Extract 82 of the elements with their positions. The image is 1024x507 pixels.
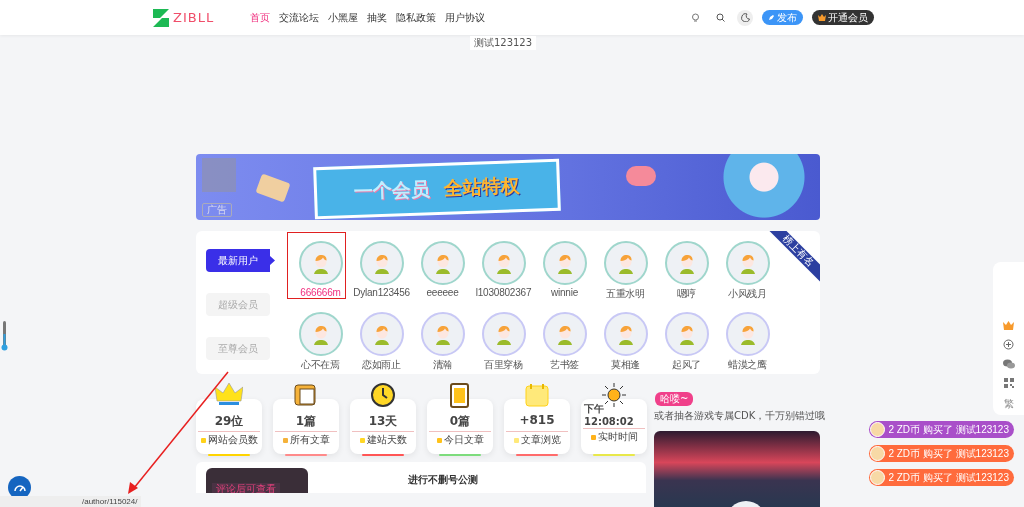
user-name: 五重水明 xyxy=(605,287,646,301)
avatar xyxy=(870,422,886,437)
user-name: eeeeee xyxy=(426,287,459,298)
user-name: 莫相逢 xyxy=(610,357,641,372)
user-name: l1030802367 xyxy=(475,287,532,298)
blurred-graphic xyxy=(202,158,236,192)
stat-label: 所有文章 xyxy=(275,431,337,447)
calendar-icon xyxy=(523,381,551,409)
purchase-toast: 2 ZD币 购买了 测试123123 xyxy=(869,421,1014,438)
qr-code-icon[interactable] xyxy=(1003,378,1014,388)
stat-value: 29位 xyxy=(214,413,244,429)
pencil-icon xyxy=(768,14,775,21)
stat-value: 13天 xyxy=(368,413,398,429)
add-icon[interactable] xyxy=(1003,339,1014,350)
user-item[interactable]: 心不在焉 xyxy=(290,309,351,374)
user-item[interactable]: 起风了 xyxy=(656,309,717,374)
avatar xyxy=(870,446,886,461)
nav-link[interactable]: 首页 xyxy=(250,8,270,27)
post-title[interactable]: 进行不删号公测 xyxy=(348,474,478,485)
logo-mark-icon xyxy=(152,7,170,28)
purchase-toast: 2 ZD币 购买了 测试123123 xyxy=(869,445,1014,462)
nav-link[interactable]: 隐私政策 xyxy=(396,8,436,27)
user-name: 恋如雨止 xyxy=(361,357,402,372)
user-tab[interactable]: 最新用户 xyxy=(206,249,275,272)
user-name: Dylan123456 xyxy=(353,287,410,298)
highlight-frame xyxy=(287,232,346,299)
user-name: 心不在焉 xyxy=(300,357,341,372)
user-item[interactable]: 嗯哼 xyxy=(656,239,717,304)
stat-label: 实时时间 xyxy=(583,428,645,444)
thermometer-icon xyxy=(1,320,8,352)
user-item[interactable]: Dylan123456 xyxy=(351,239,412,304)
stat-value: +815 xyxy=(519,413,555,429)
photo-placeholder[interactable] xyxy=(654,431,820,507)
nav-link[interactable]: 交流论坛 xyxy=(279,8,319,27)
user-name: 小风残月 xyxy=(727,287,768,301)
clock-icon xyxy=(369,381,397,409)
user-item[interactable]: 恋如雨止 xyxy=(351,309,412,374)
user-name: 666666m xyxy=(300,287,341,298)
chat-bubbles-icon[interactable] xyxy=(1002,359,1015,369)
purchase-toast: 2 ZD币 购买了 测试123123 xyxy=(869,469,1014,486)
ad-tag: 广告 xyxy=(202,203,232,217)
user-item[interactable]: 百里穿杨 xyxy=(473,309,534,374)
user-name: winnie xyxy=(550,287,579,298)
stat-label: 网站会员数 xyxy=(198,431,260,447)
stat-label: 今日文章 xyxy=(429,431,491,447)
status-url: /author/115024/ xyxy=(0,496,142,507)
banner-slogan: 全站特权 xyxy=(443,173,521,201)
stat-value: 1篇 xyxy=(295,413,317,429)
greeting-badge: 哈喽~ xyxy=(655,392,694,406)
user-item[interactable]: 莫相逢 xyxy=(595,309,656,374)
user-item[interactable]: 清瀚 xyxy=(412,309,473,374)
site-logo[interactable]: ZIBLL xyxy=(152,7,250,28)
stat-value: 0篇 xyxy=(449,413,471,429)
user-name: 清瀚 xyxy=(432,357,453,372)
user-name: 蜡漠之鹰 xyxy=(727,357,768,372)
cover-caption: 评论后可查看 xyxy=(212,483,280,493)
notice-label: 测试123123 xyxy=(469,36,537,50)
user-item[interactable]: l1030802367 xyxy=(473,239,534,304)
user-item[interactable]: winnie xyxy=(534,239,595,304)
stat-value: 下午 12:08:02 xyxy=(584,402,635,428)
vip-button[interactable]: 开通会员 xyxy=(812,10,874,25)
user-name: 艺书签 xyxy=(549,357,580,372)
moon-icon[interactable] xyxy=(737,9,753,26)
user-name: 起风了 xyxy=(671,357,702,372)
logo-text: ZIBLL xyxy=(173,10,215,25)
marquee-text: 或者抽各游戏专属CDK，千万别错过哦 xyxy=(654,409,826,423)
nav-link[interactable]: 用户协议 xyxy=(445,8,485,27)
nav-link[interactable]: 抽奖 xyxy=(367,8,387,27)
nav-link[interactable]: 小黑屋 xyxy=(328,8,358,27)
stat-label: 文章浏览 xyxy=(506,431,568,447)
user-item[interactable]: 艺书签 xyxy=(534,309,595,374)
banner-headline: 一个会员 xyxy=(353,176,431,204)
user-item[interactable]: eeeeee xyxy=(412,239,473,304)
stat-label: 建站天数 xyxy=(352,431,414,447)
avatar xyxy=(870,470,886,485)
user-name: 百里穿杨 xyxy=(483,357,524,372)
user-name: 嗯哼 xyxy=(676,287,697,301)
traditional-chinese-toggle[interactable]: 繁 xyxy=(1003,397,1014,411)
user-item[interactable]: 蜡漠之鹰 xyxy=(717,309,778,374)
crown-icon xyxy=(818,14,826,21)
user-item[interactable]: 666666m xyxy=(290,239,351,304)
user-item[interactable]: 五重水明 xyxy=(595,239,656,304)
